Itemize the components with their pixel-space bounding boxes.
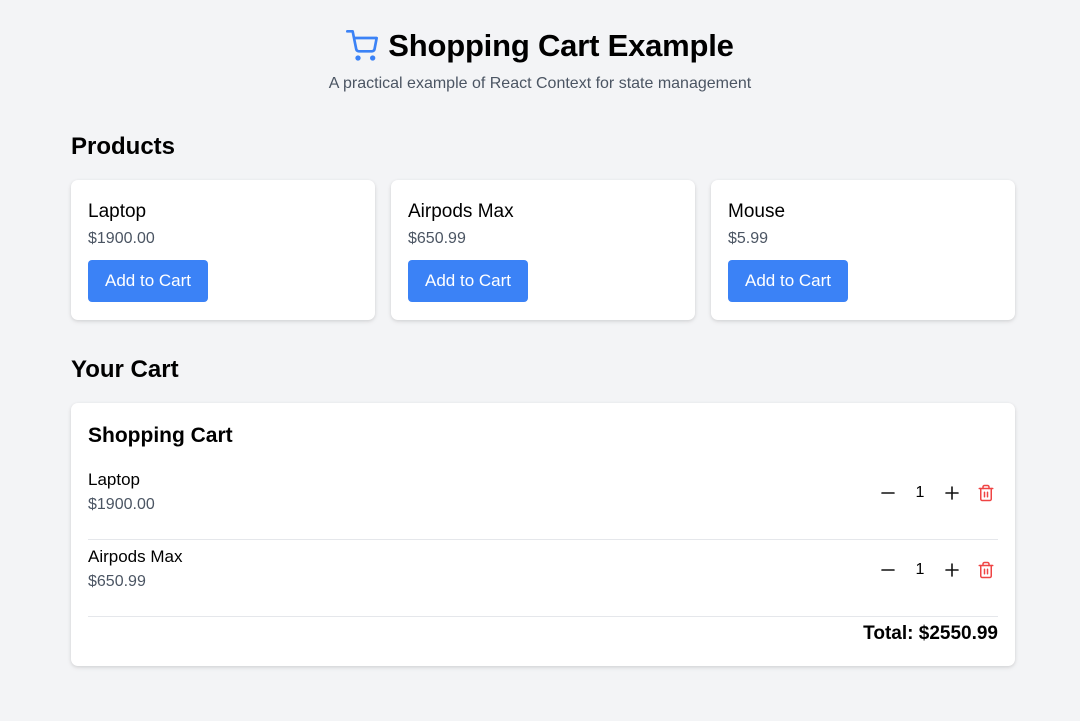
page-subtitle: A practical example of React Context for… [328,75,752,92]
remove-item-button[interactable] [974,481,998,505]
add-to-cart-button[interactable]: Add to Cart [88,260,208,302]
product-card-airpods-max: Airpods Max $650.99 Add to Cart [391,180,695,320]
cart-panel: Shopping Cart Laptop $1900.00 1 Airpods … [71,403,1015,666]
cart-item-name: Laptop [88,470,140,489]
add-to-cart-button[interactable]: Add to Cart [728,260,848,302]
page: Shopping Cart Example A practical exampl… [0,0,1080,721]
cart-item-price: $650.99 [88,573,146,590]
cart-section-heading: Your Cart [71,356,179,383]
cart-item-price: $1900.00 [88,496,155,513]
quantity-value: 1 [915,561,925,578]
quantity-controls: 1 [876,481,998,505]
product-card-mouse: Mouse $5.99 Add to Cart [711,180,1015,320]
page-title: Shopping Cart Example [388,28,734,63]
cart-item-laptop: Laptop $1900.00 1 [88,463,998,540]
product-card-laptop: Laptop $1900.00 Add to Cart [71,180,375,320]
remove-item-button[interactable] [974,558,998,582]
cart-panel-title: Shopping Cart [88,424,233,447]
cart-item-name: Airpods Max [88,547,183,566]
quantity-controls: 1 [876,558,998,582]
quantity-value: 1 [915,484,925,501]
product-name: Mouse [728,201,786,222]
trash-icon [978,484,994,502]
increase-quantity-button[interactable] [940,481,964,505]
header: Shopping Cart Example A practical exampl… [0,26,1080,93]
cart-item-airpods-max: Airpods Max $650.99 1 [88,540,998,617]
increase-quantity-button[interactable] [940,558,964,582]
product-name: Airpods Max [408,201,514,222]
product-price: $1900.00 [88,230,155,247]
title-row: Shopping Cart Example [346,26,734,66]
product-price: $650.99 [408,230,466,247]
products-heading: Products [71,133,176,160]
add-to-cart-button[interactable]: Add to Cart [408,260,528,302]
shopping-cart-icon [346,30,379,62]
plus-icon [945,486,959,500]
cart-total: Total: $2550.99 [863,623,998,644]
product-name: Laptop [88,201,147,222]
product-price: $5.99 [728,230,769,247]
trash-icon [978,561,994,579]
plus-icon [945,563,959,577]
